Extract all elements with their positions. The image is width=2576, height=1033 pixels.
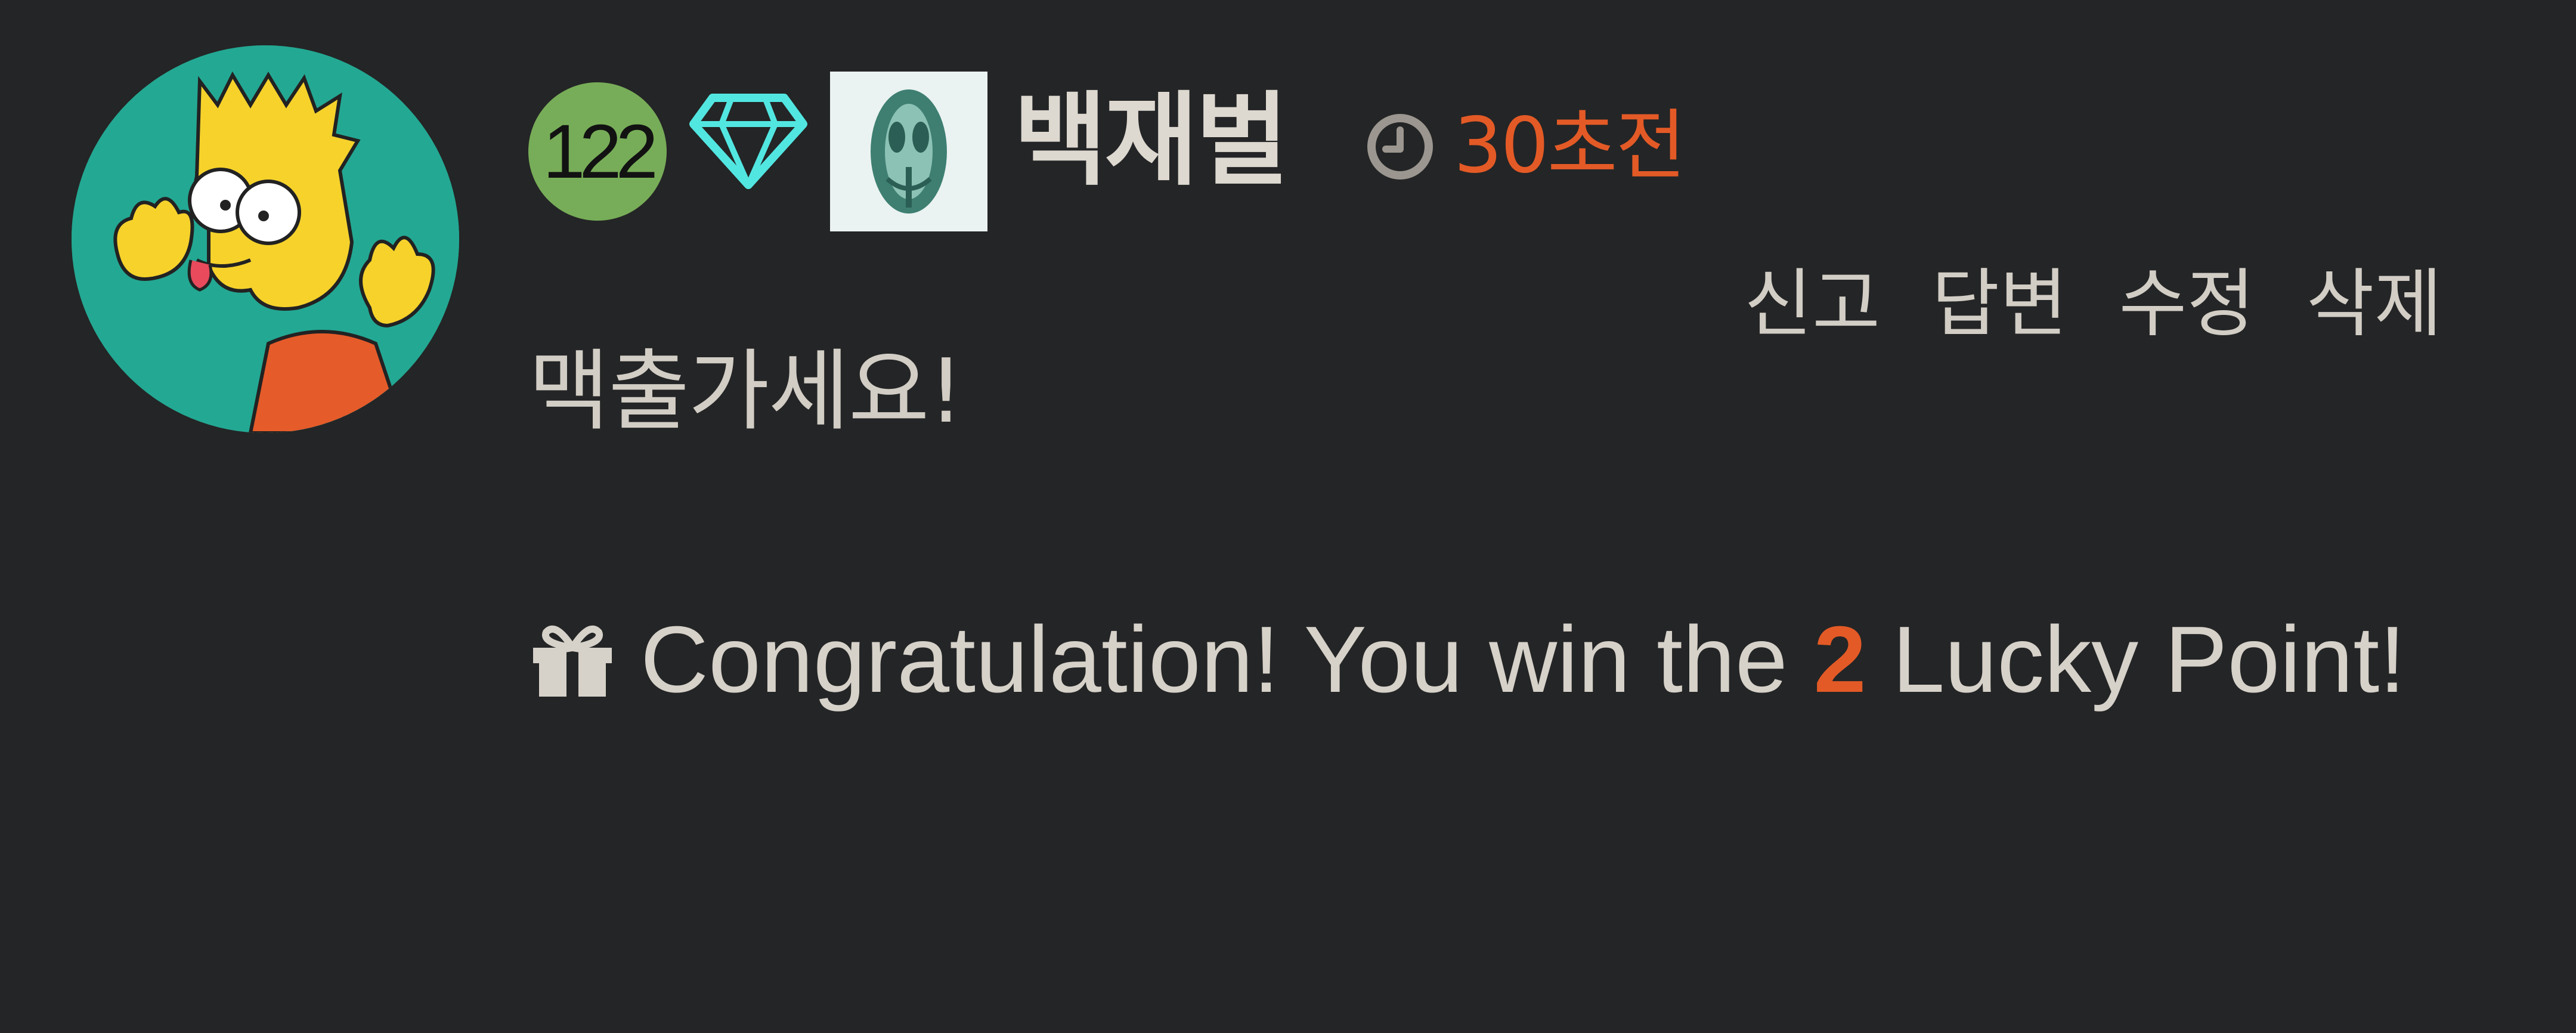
- reply-button[interactable]: 답변: [1931, 256, 2067, 352]
- comment-actions: 신고 답변 수정 삭제: [1744, 256, 2442, 352]
- level-badge: 122: [528, 82, 667, 221]
- diamond-icon: [689, 94, 807, 189]
- lucky-suffix: Lucky Point!: [1866, 607, 2406, 712]
- username[interactable]: 백재벌: [1014, 81, 1289, 200]
- lucky-points-value: 2: [1813, 607, 1866, 712]
- comment-timestamp: 30초전: [1454, 101, 1686, 190]
- comment-text: 맥출가세요!: [528, 340, 964, 443]
- delete-button[interactable]: 삭제: [2306, 256, 2442, 352]
- lucky-prefix: Congratulation! You win the: [640, 607, 1814, 712]
- member-image-icon: [830, 72, 987, 231]
- lucky-point-message: Congratulation! You win the 2 Lucky Poin…: [528, 567, 2472, 753]
- user-avatar[interactable]: [72, 45, 459, 433]
- avatar-illustration: [72, 45, 459, 433]
- report-button[interactable]: 신고: [1744, 256, 1880, 352]
- edit-button[interactable]: 수정: [2119, 256, 2255, 352]
- gift-icon: [533, 625, 612, 697]
- clock-icon: [1367, 114, 1433, 180]
- level-number: 122: [543, 109, 658, 194]
